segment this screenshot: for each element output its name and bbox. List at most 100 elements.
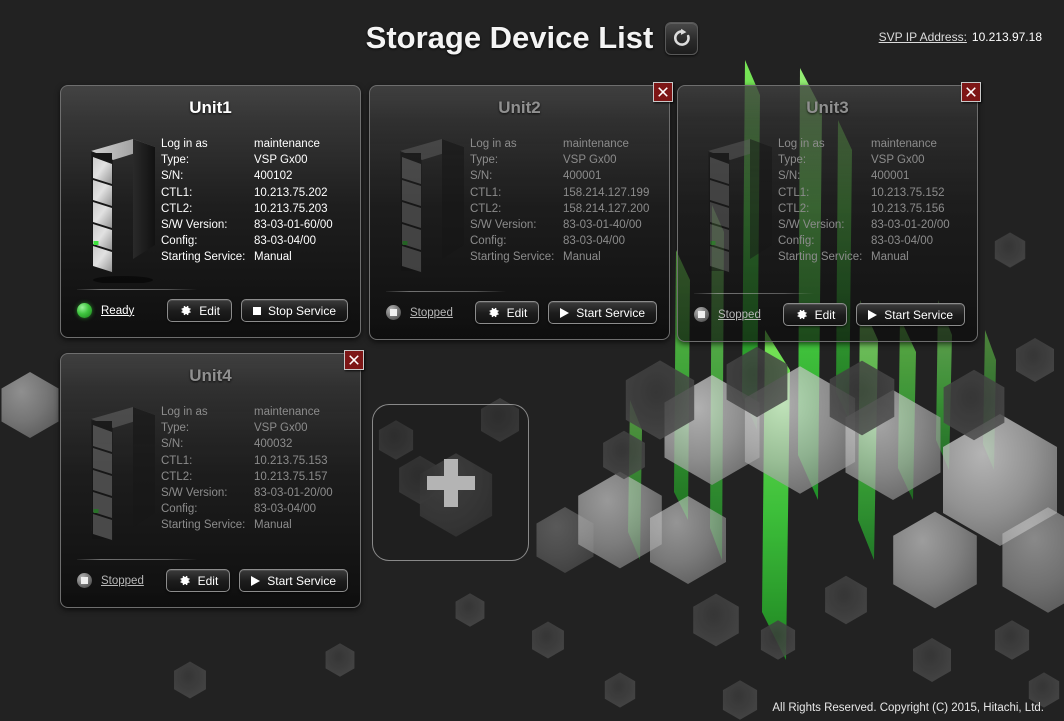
card-title: Unit4: [189, 366, 232, 385]
spec-key: CTL2:: [778, 202, 810, 215]
spec-ctl1: CTL1: 10.213.75.152: [778, 185, 950, 201]
card-actions: Edit Start Service: [782, 303, 965, 326]
spec-value: VSP Gx00: [254, 422, 308, 435]
play-triangle-icon: [560, 307, 570, 318]
edit-button-label: Edit: [199, 303, 220, 318]
spec-key: S/N:: [161, 438, 184, 451]
spec-key: CTL1:: [161, 454, 193, 467]
spec-value: Manual: [871, 251, 909, 264]
status-label: Stopped: [101, 574, 144, 587]
device-card-unit2[interactable]: Unit2 Log in as maintenance Type: VSP Gx0: [369, 82, 673, 340]
refresh-icon[interactable]: [665, 21, 699, 55]
spec-starting-service: Starting Service: Manual: [161, 249, 333, 265]
spec-key: S/N:: [161, 170, 184, 183]
edit-button-label: Edit: [197, 573, 219, 588]
spec-sw: S/W Version: 83-03-01-60/00: [161, 217, 333, 233]
spec-value: 10.213.75.156: [871, 202, 945, 215]
service-button-label: Stop Service: [267, 303, 336, 318]
spec-value: maintenance: [254, 138, 320, 150]
spec-key: S/N:: [778, 170, 801, 183]
spec-key: Type:: [778, 154, 807, 167]
status-badge[interactable]: Ready: [77, 303, 134, 318]
storage-rack-icon: [392, 133, 470, 283]
card-footer: Ready Edit Stop Service: [61, 289, 360, 329]
status-label: Stopped: [410, 306, 453, 319]
spec-key: S/W Version:: [161, 487, 228, 500]
spec-ctl2: CTL2: 10.213.75.156: [778, 201, 950, 217]
spec-value: 83-03-04/00: [254, 235, 317, 248]
spec-ctl2: CTL2: 158.214.127.200: [470, 201, 649, 217]
spec-key: S/N:: [470, 170, 493, 183]
device-card-unit4[interactable]: Unit4 Log in as maintenance Type: VSP Gx0: [60, 350, 364, 608]
device-card-unit3[interactable]: Unit3 Log in as maintenance Type: VSP Gx0: [677, 82, 981, 342]
device-card-unit1[interactable]: Unit1 Log in as maintenance Type: VSP Gx…: [60, 85, 361, 338]
stop-square-icon: [252, 306, 261, 315]
edit-button[interactable]: Edit: [474, 301, 540, 324]
edit-button-label: Edit: [814, 307, 836, 322]
card-actions: Edit Start Service: [474, 301, 657, 324]
spec-value: 10.213.75.153: [254, 454, 328, 467]
copyright-footer: All Rights Reserved. Copyright (C) 2015,…: [772, 702, 1044, 714]
status-badge[interactable]: Stopped: [386, 305, 453, 320]
stop-service-button[interactable]: Stop Service: [240, 299, 348, 322]
spec-sn: S/N: 400032: [161, 436, 333, 452]
storage-rack-icon: [83, 401, 161, 551]
spec-key: Starting Service:: [778, 251, 863, 264]
spec-type: Type: VSP Gx00: [778, 152, 950, 168]
status-led-stopped-icon: [694, 307, 709, 322]
spec-value: 10.213.75.157: [254, 470, 328, 483]
spec-login: Log in as maintenance: [161, 404, 333, 420]
svp-ip-label: SVP IP Address:: [878, 30, 967, 44]
spec-login: Log in as maintenance: [778, 136, 950, 152]
spec-key: Type:: [161, 422, 190, 435]
edit-button[interactable]: Edit: [165, 569, 231, 592]
plus-icon: [426, 458, 475, 507]
device-specs: Log in as maintenance Type: VSP Gx00 S/N: 4…: [778, 136, 950, 266]
page-title: Storage Device List: [365, 20, 654, 55]
spec-value: Manual: [254, 519, 292, 532]
spec-key: Log in as: [161, 138, 208, 150]
status-led-ready-icon: [77, 303, 92, 318]
spec-value: 158.214.127.200: [563, 202, 650, 215]
start-service-button[interactable]: Start Service: [548, 301, 657, 324]
card-actions: Edit Stop Service: [167, 299, 348, 322]
spec-value: 400001: [563, 170, 602, 183]
spec-value: 83-03-04/00: [871, 235, 934, 248]
spec-starting-service: Starting Service: Manual: [161, 517, 333, 533]
spec-key: Config:: [470, 235, 507, 248]
edit-button-label: Edit: [506, 305, 528, 320]
spec-value: maintenance: [563, 138, 629, 150]
svp-ip-value: 10.213.97.18: [971, 30, 1042, 44]
spec-ctl1: CTL1: 10.213.75.202: [161, 185, 333, 201]
card-footer: Stopped Edit Start Service: [370, 291, 669, 331]
card-footer: Stopped Edit Start Service: [61, 559, 360, 599]
device-specs: Log in as maintenance Type: VSP Gx00 S/N: 4…: [161, 136, 333, 266]
spec-key: CTL2:: [470, 202, 502, 215]
card-title: Unit1: [189, 98, 232, 117]
spec-sw: S/W Version: 83-03-01-20/00: [161, 485, 333, 501]
spec-key: Type:: [470, 154, 499, 167]
add-device-button[interactable]: [372, 404, 529, 561]
gear-icon: [795, 308, 808, 321]
spec-value: maintenance: [254, 406, 320, 418]
start-service-button[interactable]: Start Service: [856, 303, 965, 326]
page-header: Storage Device List SVP IP Address: 10.21…: [0, 0, 1064, 72]
spec-value: 400032: [254, 438, 293, 451]
card-actions: Edit Start Service: [165, 569, 348, 592]
status-badge[interactable]: Stopped: [694, 307, 761, 322]
status-badge[interactable]: Stopped: [77, 573, 144, 588]
card-title: Unit3: [806, 98, 849, 117]
spec-key: S/W Version:: [778, 219, 845, 232]
status-led-stopped-icon: [386, 305, 401, 320]
spec-value: 10.213.75.203: [254, 202, 328, 215]
spec-key: CTL1:: [778, 186, 810, 199]
spec-key: CTL1:: [470, 186, 502, 199]
spec-key: Config:: [161, 503, 198, 516]
spec-key: CTL2:: [161, 202, 193, 215]
edit-button[interactable]: Edit: [782, 303, 848, 326]
spec-value: VSP Gx00: [871, 154, 925, 167]
spec-key: Config:: [778, 235, 815, 248]
edit-button[interactable]: Edit: [167, 299, 232, 322]
spec-config: Config: 83-03-04/00: [161, 233, 333, 249]
start-service-button[interactable]: Start Service: [239, 569, 348, 592]
